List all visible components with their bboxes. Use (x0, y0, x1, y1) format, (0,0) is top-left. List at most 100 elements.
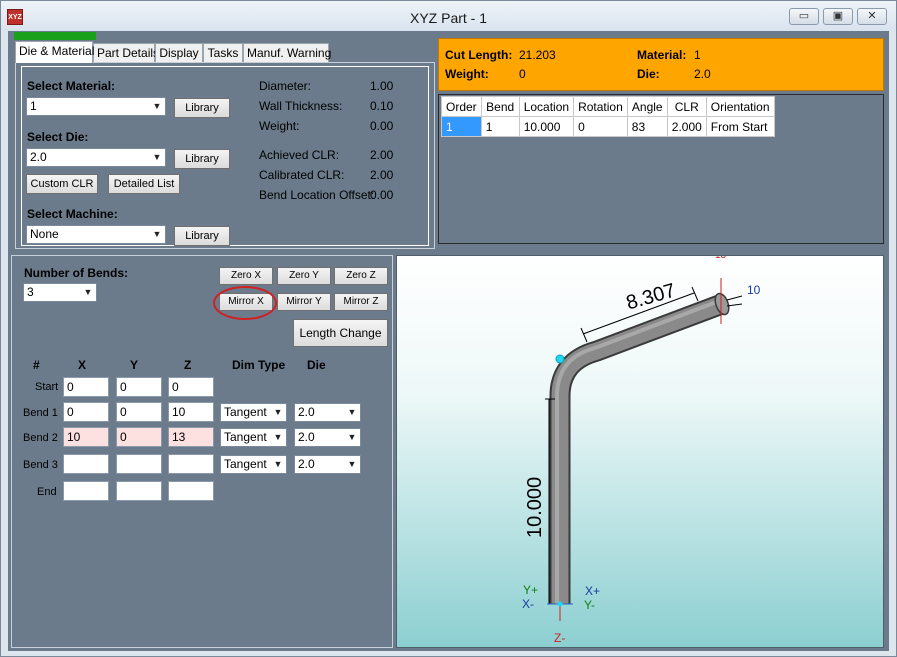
material-library-button[interactable]: Library (174, 98, 230, 118)
start-x-field[interactable]: 0 (63, 377, 109, 397)
dim-tick (580, 327, 588, 343)
bend-2-die-select[interactable]: 2.0 ▼ (294, 428, 361, 447)
bend-2-dim-type-select[interactable]: Tangent ▼ (220, 428, 287, 447)
column-header[interactable]: Orientation (705, 96, 775, 117)
title-bar: XYZ XYZ Part - 1 ▭ ▣ ✕ (1, 1, 896, 31)
tab-die-material[interactable]: Die & Material (15, 41, 94, 63)
achieved-clr-value: 2.00 (370, 148, 394, 162)
bend-2-z-field[interactable]: 13 (168, 427, 214, 447)
bend-1-x-field[interactable]: 0 (63, 402, 109, 422)
bend-1-die-select[interactable]: 2.0 ▼ (294, 403, 361, 422)
die-library-button[interactable]: Library (174, 149, 230, 169)
column-header-num: # (33, 358, 40, 372)
bend-1-dim-type-select[interactable]: Tangent ▼ (220, 403, 287, 422)
summary-box: Cut Length: 21.203 Material: 1 Weight: 0… (438, 38, 884, 91)
bend-3-z-field[interactable] (168, 454, 214, 474)
column-header[interactable]: Bend (480, 96, 520, 117)
bend-2-die-value: 2.0 (298, 430, 315, 444)
row-label-start: Start (35, 381, 59, 393)
column-header-y: Y (130, 358, 139, 372)
z-minus-axis-label: Z- (554, 631, 566, 645)
number-of-bends-select[interactable]: 3 ▼ (23, 283, 97, 302)
table-cell[interactable]: 1 (441, 116, 482, 137)
bend-3-x-field[interactable] (63, 454, 109, 474)
length-change-button[interactable]: Length Change (293, 319, 388, 347)
column-header[interactable]: Order (441, 96, 482, 117)
chevron-down-icon: ▼ (347, 407, 357, 417)
x-minus-axis-label: X- (522, 597, 534, 611)
top-value-label: 13 (715, 255, 727, 261)
tab-manuf-warning[interactable]: Manuf. Warning (243, 43, 331, 63)
die-summary-label: Die: (637, 67, 660, 81)
row-label-end: End (37, 486, 57, 498)
bend-3-die-value: 2.0 (298, 457, 315, 471)
chevron-down-icon: ▼ (273, 407, 283, 417)
zero-x-button[interactable]: Zero X (219, 267, 273, 285)
client-area: Die & Material Part Details Display Task… (8, 31, 889, 651)
bend-location-offset-value: 0.00 (370, 188, 394, 202)
start-y-field[interactable]: 0 (116, 377, 162, 397)
table-cell[interactable]: From Start (705, 116, 775, 137)
column-header[interactable]: Angle (626, 96, 668, 117)
table-cell[interactable]: 1 (480, 116, 520, 137)
zero-y-button[interactable]: Zero Y (277, 267, 331, 285)
bend-3-die-select[interactable]: 2.0 ▼ (294, 455, 361, 474)
column-header[interactable]: CLR (666, 96, 707, 117)
machine-library-button[interactable]: Library (174, 226, 230, 246)
tab-part-details[interactable]: Part Details (93, 43, 159, 63)
close-button[interactable]: ✕ (857, 8, 887, 25)
table-cell[interactable]: 0 (573, 116, 628, 137)
mirror-y-button[interactable]: Mirror Y (277, 293, 331, 311)
tab-display[interactable]: Display (155, 43, 203, 63)
bend-point-marker[interactable] (555, 354, 565, 364)
table-cell[interactable]: 2.000 (666, 116, 707, 137)
tube-body (551, 296, 725, 604)
column-header[interactable]: Location (518, 96, 575, 117)
column-header-x: X (78, 358, 87, 372)
bend-3-dim-type-select[interactable]: Tangent ▼ (220, 455, 287, 474)
column-header[interactable]: Rotation (573, 96, 628, 117)
calibrated-clr-label: Calibrated CLR: (259, 168, 345, 182)
table-row[interactable]: 1 1 10.000 0 83 2.000 From Start (441, 116, 775, 137)
material-value: 1 (30, 99, 37, 113)
x-plus-axis-label: X+ (585, 584, 601, 598)
bend-2-y-field[interactable]: 0 (116, 427, 162, 447)
zero-z-button[interactable]: Zero Z (334, 267, 388, 285)
table-cell[interactable]: 83 (626, 116, 668, 137)
bend-location-offset-label: Bend Location Offset: (259, 188, 375, 202)
status-bar-indicator (14, 32, 96, 40)
bend-1-dim-type-value: Tangent (224, 405, 267, 419)
cut-length-label: Cut Length: (445, 48, 513, 62)
tab-tasks[interactable]: Tasks (203, 43, 243, 63)
table-cell[interactable]: 10.000 (518, 116, 575, 137)
y-plus-axis-label: Y+ (523, 583, 539, 597)
bend-1-z-field[interactable]: 10 (168, 402, 214, 422)
end-x-field[interactable] (63, 481, 109, 501)
cut-length-value: 21.203 (519, 48, 556, 62)
die-select[interactable]: 2.0 ▼ (26, 148, 166, 167)
start-z-field[interactable]: 0 (168, 377, 214, 397)
mirror-z-button[interactable]: Mirror Z (334, 293, 388, 311)
column-header-z: Z (184, 358, 192, 372)
y-minus-axis-label: Y- (584, 598, 595, 612)
wall-thickness-label: Wall Thickness: (259, 99, 343, 113)
custom-clr-button[interactable]: Custom CLR (26, 174, 98, 194)
machine-select[interactable]: None ▼ (26, 225, 166, 244)
end-z-field[interactable] (168, 481, 214, 501)
maximize-button[interactable]: ▣ (823, 8, 853, 25)
die-material-page: Select Material: 1 ▼ Library Select Die:… (15, 62, 435, 249)
detailed-list-button[interactable]: Detailed List (108, 174, 180, 194)
3d-viewport[interactable]: 10.000 8.307 10 13 Y+ X- X+ Y- Z- (396, 255, 884, 648)
chevron-down-icon: ▼ (273, 459, 283, 469)
end-y-field[interactable] (116, 481, 162, 501)
bend-3-y-field[interactable] (116, 454, 162, 474)
die-value: 2.0 (30, 150, 47, 164)
bend-table: Order Bend Location Rotation Angle CLR O… (441, 96, 775, 137)
highlight-circle (213, 286, 277, 320)
bend-1-y-field[interactable]: 0 (116, 402, 162, 422)
material-select[interactable]: 1 ▼ (26, 97, 166, 116)
minimize-button[interactable]: ▭ (789, 8, 819, 25)
app-window: XYZ XYZ Part - 1 ▭ ▣ ✕ Die & Material Pa… (0, 0, 897, 657)
bend-2-x-field[interactable]: 10 (63, 427, 109, 447)
bend-2-dim-type-value: Tangent (224, 430, 267, 444)
